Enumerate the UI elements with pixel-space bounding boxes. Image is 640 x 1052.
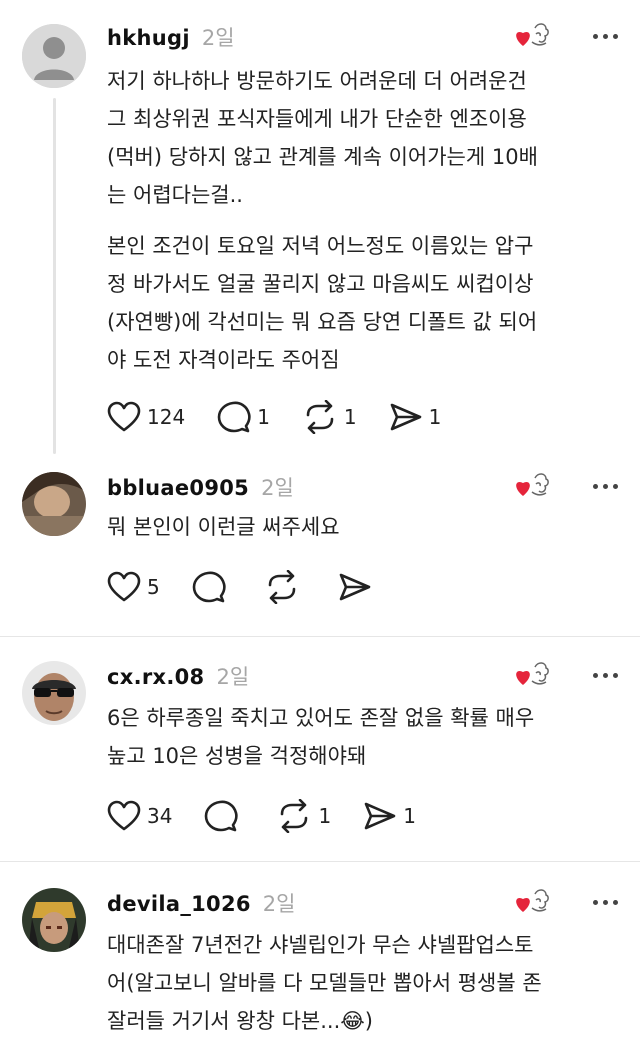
text-line: 그 최상위권 포식자들에게 내가 단순한 엔조이용 <box>107 107 527 131</box>
text-line: 대대존잘 7년전간 샤넬립인가 무슨 샤넬팝업스토 <box>107 933 534 957</box>
repost-arrows-icon <box>268 570 296 604</box>
text-line: 어(알고보니 알바를 다 모델들만 뽑아서 평생볼 존 <box>107 971 542 995</box>
reply-button[interactable] <box>204 799 244 833</box>
text-line: 뭐 본인이 이런글 써주세요 <box>107 515 340 539</box>
timestamp: 2일 <box>216 665 250 689</box>
repost-button[interactable]: 1 <box>302 400 357 434</box>
like-button[interactable]: 5 <box>107 571 160 603</box>
comment-header: hkhugj 2일 <box>107 22 235 52</box>
share-count: 1 <box>403 804 416 828</box>
text-line: 6은 하루종일 죽치고 있어도 존잘 없을 확률 매우 <box>107 706 535 730</box>
default-avatar-icon <box>22 24 86 88</box>
comment-header: cx.rx.08 2일 <box>107 661 249 691</box>
text-line: (먹버) 당하지 않고 관계를 계속 이어가는게 10배 <box>107 145 538 169</box>
thread-line <box>53 98 56 454</box>
paragraph: 저기 하나하나 방문하기도 어려운데 더 어려운건 그 최상위권 포식자들에게 … <box>107 62 627 214</box>
heart-outline-icon <box>107 571 141 602</box>
more-dots-icon[interactable] <box>593 34 618 39</box>
heart-outline-icon <box>107 401 141 432</box>
more-dots-icon[interactable] <box>593 900 618 905</box>
comment-3: cx.rx.08 2일 6은 하루종일 죽치고 있어도 존잘 없을 확률 매우 … <box>0 637 640 861</box>
paragraph: 6은 하루종일 죽치고 있어도 존잘 없을 확률 매우 높고 10은 성병을 걱… <box>107 699 627 775</box>
action-bar: 5 <box>107 570 410 604</box>
heart-doodle-reaction-icon[interactable] <box>514 886 554 918</box>
photo-avatar-icon <box>22 661 86 725</box>
more-dots-icon[interactable] <box>593 673 618 678</box>
comment-4: devila_1026 2일 대대존잘 7년전간 샤넬립인가 무슨 샤넬팝업스토… <box>0 862 640 1052</box>
avatar[interactable] <box>22 472 86 536</box>
comment-text: 저기 하나하나 방문하기도 어려운데 더 어려운건 그 최상위권 포식자들에게 … <box>107 62 627 379</box>
comment-text: 뭐 본인이 이런글 써주세요 <box>107 508 627 546</box>
username[interactable]: devila_1026 <box>107 892 251 916</box>
paragraph: 본인 조건이 토요일 저녁 어느정도 이름있는 압구 정 바가서도 얼굴 꿀리지… <box>107 227 627 379</box>
repost-arrows-icon <box>281 799 308 833</box>
like-count: 124 <box>147 405 186 429</box>
paper-plane-icon <box>339 573 371 601</box>
paper-plane-icon <box>390 403 421 431</box>
repost-arrows-icon <box>306 400 334 434</box>
heart-doodle-reaction-icon[interactable] <box>514 20 554 52</box>
heart-outline-icon <box>107 800 141 831</box>
repost-button[interactable]: 1 <box>276 799 331 833</box>
repost-count: 1 <box>318 804 332 828</box>
text-line: 정 바가서도 얼굴 꿀리지 않고 마음씨도 씨컵이상 <box>107 272 534 296</box>
text-line: 잘러들 거기서 왕창 다본...😂) <box>107 1009 373 1033</box>
like-count: 34 <box>147 804 173 828</box>
speech-bubble-icon <box>217 401 251 433</box>
avatar[interactable] <box>22 24 86 88</box>
comment-text: 6은 하루종일 죽치고 있어도 존잘 없을 확률 매우 높고 10은 성병을 걱… <box>107 699 627 775</box>
avatar[interactable] <box>22 888 86 952</box>
like-count: 5 <box>147 575 160 599</box>
action-bar: 34 1 1 <box>107 799 448 833</box>
reply-count: 1 <box>257 405 270 429</box>
photo-avatar-icon <box>22 472 86 536</box>
text-line: 는 어렵다는걸.. <box>107 183 243 207</box>
speech-bubble-icon <box>205 800 239 832</box>
timestamp: 2일 <box>262 892 296 916</box>
photo-avatar-icon <box>22 888 86 952</box>
repost-button[interactable] <box>264 570 306 604</box>
timestamp: 2일 <box>261 476 294 500</box>
username[interactable]: hkhugj <box>107 26 190 50</box>
comment-2: bbluae0905 2일 뭐 본인이 이런글 써주세요 5 <box>0 460 640 636</box>
comment-text: 대대존잘 7년전간 샤넬립인가 무슨 샤넬팝업스토 어(알고보니 알바를 다 모… <box>107 926 627 1040</box>
reply-button[interactable]: 1 <box>217 400 270 434</box>
paragraph: 대대존잘 7년전간 샤넬립인가 무슨 샤넬팝업스토 어(알고보니 알바를 다 모… <box>107 926 627 1040</box>
comment-header: bbluae0905 2일 <box>107 472 294 502</box>
username[interactable]: cx.rx.08 <box>107 665 204 689</box>
paragraph: 뭐 본인이 이런글 써주세요 <box>107 508 627 546</box>
action-bar: 124 1 1 1 <box>107 400 473 434</box>
avatar[interactable] <box>22 661 86 725</box>
share-button[interactable]: 1 <box>363 801 416 831</box>
share-count: 1 <box>428 405 442 429</box>
text-line: 야 도전 자격이라도 주어짐 <box>107 348 340 372</box>
share-button[interactable]: 1 <box>389 402 442 432</box>
text-line: (자연빵)에 각선미는 뭐 요즘 당연 디폴트 값 되어 <box>107 310 538 334</box>
repost-count: 1 <box>343 405 357 429</box>
comment-1: hkhugj 2일 저기 하나하나 방문하기도 어려운데 더 어려운건 그 최상… <box>0 0 640 460</box>
heart-doodle-reaction-icon[interactable] <box>514 470 554 502</box>
comment-header: devila_1026 2일 <box>107 888 295 918</box>
username[interactable]: bbluae0905 <box>107 476 249 500</box>
timestamp: 2일 <box>201 26 235 50</box>
share-button[interactable] <box>338 572 378 602</box>
text-line: 본인 조건이 토요일 저녁 어느정도 이름있는 압구 <box>107 234 534 258</box>
reply-button[interactable] <box>192 570 232 604</box>
paper-plane-icon <box>364 802 396 830</box>
more-dots-icon[interactable] <box>593 484 618 489</box>
text-line: 저기 하나하나 방문하기도 어려운데 더 어려운건 <box>107 69 527 93</box>
heart-doodle-reaction-icon[interactable] <box>514 659 554 691</box>
text-line: 높고 10은 성병을 걱정해야돼 <box>107 744 367 768</box>
speech-bubble-icon <box>192 571 226 603</box>
like-button[interactable]: 124 <box>107 401 185 433</box>
like-button[interactable]: 34 <box>107 800 172 832</box>
